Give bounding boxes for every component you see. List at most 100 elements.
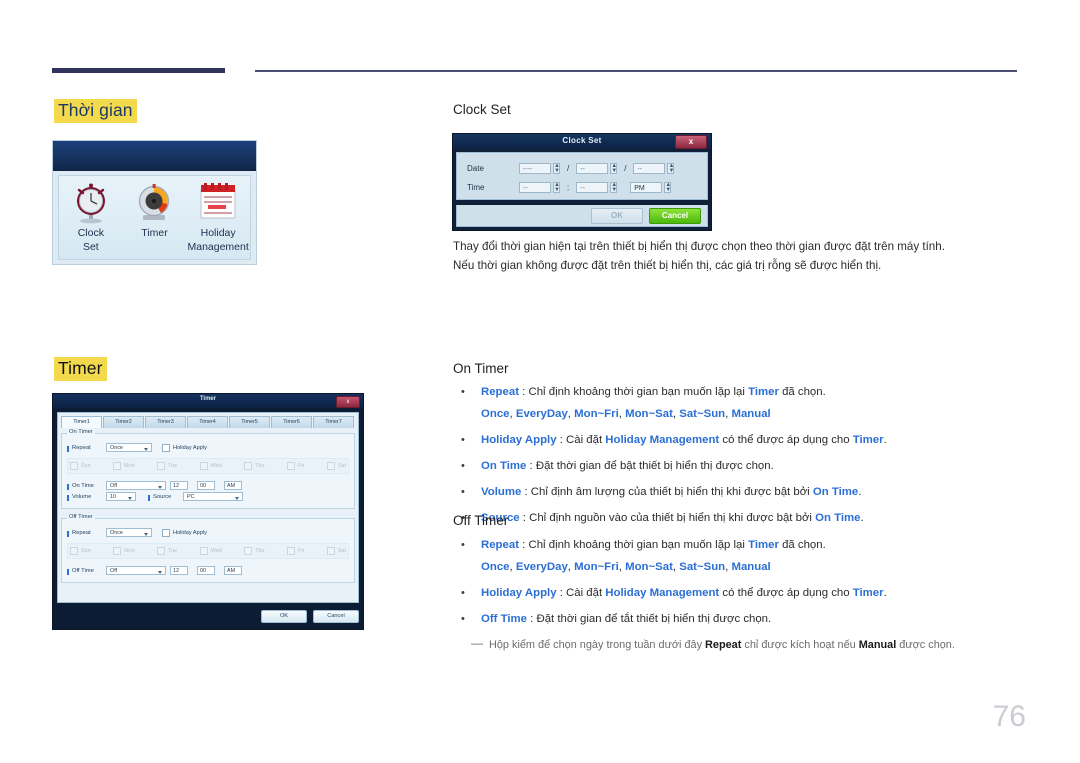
time-minute-spinner[interactable]: ▲ ▼ <box>610 182 618 193</box>
off-holiday-apply-checkbox[interactable] <box>162 528 170 537</box>
on-day-thu-checkbox[interactable] <box>244 462 253 470</box>
off-day-mon-label: Mon <box>124 548 135 554</box>
on-repeat-row: Repeat Once Holiday Apply <box>67 443 349 452</box>
date-day-field[interactable]: -- <box>633 163 666 174</box>
on-repeat-dropdown[interactable]: Once <box>106 443 152 452</box>
time-minute-field[interactable]: -- <box>576 182 609 193</box>
date-month-spinner[interactable]: ▲ ▼ <box>610 163 618 174</box>
on-day-sun-label: Sun <box>81 463 91 469</box>
off-day-thu[interactable]: Thu <box>244 547 265 555</box>
repeat-options-line: Once, EveryDay, Mon~Fri, Mon~Sat, Sat~Su… <box>481 408 771 420</box>
tab-timer3[interactable]: Timer3 <box>145 416 186 428</box>
keyword-timer: Timer <box>852 434 884 446</box>
timer-dialog-titlebar: Timer x <box>53 394 363 408</box>
time-meridiem-field[interactable]: PM <box>630 182 663 193</box>
on-day-fri[interactable]: Fri <box>287 462 304 470</box>
off-day-mon-checkbox[interactable] <box>113 547 122 555</box>
keyword-repeat: Repeat <box>481 386 519 398</box>
clock-set-ok-button[interactable]: OK <box>591 207 643 224</box>
bullet-dot: • <box>461 460 465 472</box>
tab-timer2[interactable]: Timer2 <box>103 416 144 428</box>
date-year-field[interactable]: ---- <box>519 163 551 174</box>
icon-caption-clock-set-line1: Clock <box>77 227 104 239</box>
time-icon-panel: Clock Set Timer Holiday Management <box>52 140 257 265</box>
tab-timer5[interactable]: Timer5 <box>229 416 270 428</box>
clock-set-dialog: Clock Set x Date ---- ▲ ▼ / -- ▲ ▼ / -- ▲ ▼… <box>452 133 712 231</box>
on-holiday-apply[interactable]: Holiday Apply <box>162 443 207 452</box>
icon-caption-clock-set-line2: Set <box>82 241 99 253</box>
bullet-tail: . <box>883 434 887 446</box>
icon-cell-timer[interactable]: Timer <box>123 181 185 241</box>
close-icon[interactable]: x <box>336 395 360 408</box>
header-rule-thin <box>255 70 1017 72</box>
on-day-fri-checkbox[interactable] <box>287 462 296 470</box>
option-everyday: EveryDay <box>515 561 568 573</box>
off-day-wed[interactable]: Wed <box>199 547 222 555</box>
off-holiday-apply[interactable]: Holiday Apply <box>162 528 207 537</box>
on-day-fri-label: Fri <box>298 463 305 469</box>
time-hour-spinner[interactable]: ▲ ▼ <box>553 182 560 193</box>
on-day-tue-checkbox[interactable] <box>157 462 166 470</box>
clock-set-icon <box>60 181 122 225</box>
bullet-text: : Đặt thời gian để tắt thiết bị hiển thị… <box>527 613 772 625</box>
tab-timer4[interactable]: Timer4 <box>187 416 228 428</box>
on-time-meridiem-spinner[interactable]: AM <box>224 481 242 490</box>
on-holiday-apply-checkbox[interactable] <box>162 443 170 452</box>
off-day-mon[interactable]: Mon <box>113 547 135 555</box>
tab-timer6[interactable]: Timer6 <box>271 416 312 428</box>
on-day-wed[interactable]: Wed <box>199 462 222 470</box>
on-day-sat[interactable]: Sat <box>326 462 346 470</box>
on-source-dropdown[interactable]: PC <box>183 492 243 501</box>
on-day-mon-checkbox[interactable] <box>113 462 122 470</box>
bullet-text: : Cài đặt <box>556 587 606 599</box>
time-separator: : <box>567 183 570 192</box>
off-day-fri[interactable]: Fri <box>287 547 304 555</box>
off-time-meridiem-spinner[interactable]: AM <box>224 566 242 575</box>
off-time-mode-dropdown[interactable]: Off <box>106 566 166 575</box>
clock-set-cancel-button[interactable]: Cancel <box>649 207 701 224</box>
off-day-sat[interactable]: Sat <box>326 547 346 555</box>
on-day-wed-checkbox[interactable] <box>199 462 208 470</box>
off-time-hour-spinner[interactable]: 12 <box>170 566 188 575</box>
off-day-fri-checkbox[interactable] <box>287 547 296 555</box>
on-time-hour-spinner[interactable]: 12 <box>170 481 188 490</box>
on-day-tue[interactable]: Tue <box>157 462 177 470</box>
on-day-sat-label: Sat <box>337 463 346 469</box>
off-day-sun-checkbox[interactable] <box>70 547 78 555</box>
option-manual: Manual <box>731 408 771 420</box>
on-day-mon[interactable]: Mon <box>113 462 135 470</box>
off-day-tue-checkbox[interactable] <box>157 547 166 555</box>
off-repeat-dropdown[interactable]: Once <box>106 528 152 537</box>
off-day-sat-checkbox[interactable] <box>326 547 335 555</box>
date-day-spinner[interactable]: ▲ ▼ <box>667 163 675 174</box>
icon-cell-clock-set[interactable]: Clock Set <box>60 181 122 253</box>
icon-cell-holiday-management[interactable]: Holiday Management <box>187 181 249 253</box>
timer-icon <box>123 181 185 225</box>
on-day-thu[interactable]: Thu <box>244 462 265 470</box>
close-icon[interactable]: x <box>675 135 707 149</box>
date-label: Date <box>467 164 484 173</box>
tab-timer7[interactable]: Timer7 <box>313 416 354 428</box>
time-meridiem-spinner[interactable]: ▲ ▼ <box>664 182 672 193</box>
off-day-sun[interactable]: Sun <box>70 547 91 555</box>
off-time-minute-spinner[interactable]: 00 <box>197 566 215 575</box>
on-time-minute-spinner[interactable]: 00 <box>197 481 215 490</box>
on-day-sun-checkbox[interactable] <box>70 462 78 470</box>
date-year-spinner[interactable]: ▲ ▼ <box>553 163 560 174</box>
keyword-holiday-management: Holiday Management <box>605 587 720 599</box>
clock-set-date-row: Date ---- ▲ ▼ / -- ▲ ▼ / -- ▲ ▼ <box>467 159 697 178</box>
off-day-tue[interactable]: Tue <box>157 547 177 555</box>
date-month-field[interactable]: -- <box>576 163 609 174</box>
tab-timer1[interactable]: Timer1 <box>61 416 102 428</box>
on-volume-stepper[interactable]: 10 <box>106 492 136 501</box>
time-hour-field[interactable]: -- <box>519 182 551 193</box>
on-time-mode-dropdown[interactable]: Off <box>106 481 166 490</box>
off-day-wed-checkbox[interactable] <box>199 547 208 555</box>
off-day-thu-checkbox[interactable] <box>244 547 253 555</box>
timer-cancel-button[interactable]: Cancel <box>313 609 359 623</box>
on-day-sat-checkbox[interactable] <box>326 462 335 470</box>
note-dash-icon: — <box>471 636 483 650</box>
timer-ok-button[interactable]: OK <box>261 609 307 623</box>
keyword-holiday-apply: Holiday Apply <box>481 434 557 446</box>
on-day-sun[interactable]: Sun <box>70 462 91 470</box>
